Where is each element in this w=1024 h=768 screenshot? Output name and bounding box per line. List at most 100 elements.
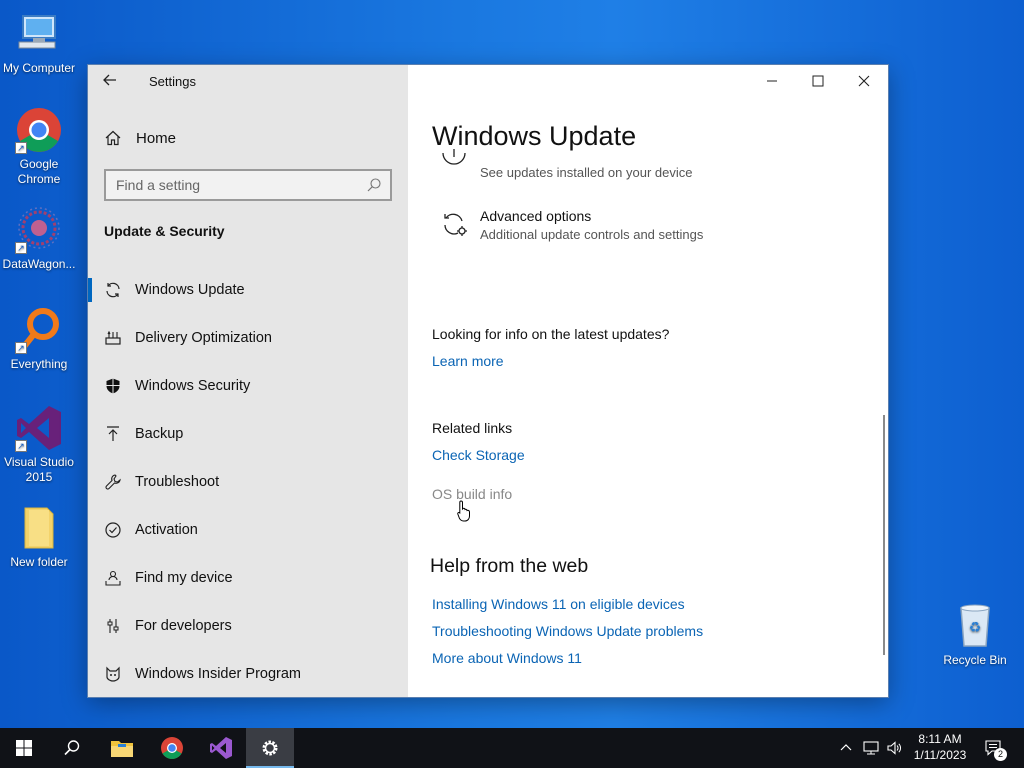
nav-item-activation[interactable]: Activation	[88, 506, 408, 554]
everything-search-icon: ↗	[15, 306, 63, 354]
nav-item-windows-insider-program[interactable]: Windows Insider Program	[88, 650, 408, 697]
shield-icon	[104, 377, 122, 395]
desktop-icon-everything[interactable]: ↗ Everything	[0, 306, 78, 372]
advanced-options-desc: Additional update controls and settings	[480, 227, 704, 242]
nav-item-find-my-device[interactable]: Find my device	[88, 554, 408, 602]
datawagon-icon: ↗	[15, 206, 63, 254]
section-heading: Update & Security	[104, 223, 225, 239]
desktop-icon-my-computer[interactable]: My Computer	[0, 10, 78, 76]
desktop-icon-label: Visual Studio 2015	[4, 455, 74, 484]
learn-more-link[interactable]: Learn more	[432, 353, 504, 369]
clock-time: 8:11 AM	[918, 732, 962, 746]
nav-item-label: Activation	[135, 522, 198, 538]
svg-text:♻: ♻	[969, 620, 982, 636]
taskbar-visual-studio[interactable]	[197, 728, 245, 768]
nav-item-windows-update[interactable]: Windows Update	[88, 266, 408, 314]
chrome-icon	[161, 737, 183, 759]
nav-item-windows-security[interactable]: Windows Security	[88, 362, 408, 410]
visual-studio-icon	[210, 737, 232, 759]
update-history-option[interactable]: See updates installed on your device	[440, 147, 840, 195]
chevron-up-icon	[840, 744, 852, 751]
back-button[interactable]	[102, 72, 122, 90]
backup-arrow-icon	[104, 425, 122, 443]
os-build-info-link[interactable]: OS build info	[432, 486, 512, 502]
advanced-options-title: Advanced options	[480, 208, 592, 224]
visual-studio-icon: ↗	[15, 404, 63, 452]
maximize-button[interactable]	[795, 65, 841, 97]
advanced-options[interactable]: Advanced options Additional update contr…	[440, 208, 840, 248]
back-arrow-icon	[103, 74, 116, 86]
help-link-install-windows-11[interactable]: Installing Windows 11 on eligible device…	[432, 596, 685, 612]
window-title: Settings	[149, 74, 196, 89]
taskbar-settings[interactable]	[246, 728, 294, 768]
clock[interactable]: 8:11 AM 1/11/2023	[905, 731, 975, 763]
nav-item-backup[interactable]: Backup	[88, 410, 408, 458]
desktop-icon-label: My Computer	[2, 61, 76, 75]
insider-cat-icon	[104, 665, 122, 683]
desktop-icon-visual-studio[interactable]: ↗ Visual Studio 2015	[0, 404, 78, 485]
taskbar-search-button[interactable]	[48, 728, 96, 768]
chrome-icon: ↗	[15, 106, 63, 154]
settings-content: Windows Update See updates installed on …	[408, 65, 888, 697]
nav-item-label: Windows Update	[135, 282, 245, 298]
close-icon	[858, 75, 870, 87]
latest-updates-text: Looking for info on the latest updates?	[432, 326, 670, 342]
search-input[interactable]	[106, 177, 366, 193]
home-link[interactable]: Home	[104, 127, 394, 149]
action-center-button[interactable]: 2	[980, 728, 1008, 768]
home-icon	[104, 129, 122, 147]
start-button[interactable]	[0, 728, 48, 768]
close-button[interactable]	[841, 65, 887, 97]
nav-item-for-developers[interactable]: For developers	[88, 602, 408, 650]
maximize-icon	[812, 75, 824, 87]
desktop-icon-label: Google Chrome	[17, 157, 61, 186]
volume-button[interactable]	[884, 728, 904, 768]
volume-icon	[887, 741, 901, 755]
taskbar-chrome[interactable]	[148, 728, 196, 768]
help-link-troubleshoot-update[interactable]: Troubleshooting Windows Update problems	[432, 623, 703, 639]
wrench-icon	[104, 473, 122, 491]
settings-sidebar: Settings Home Update & Security Windows …	[88, 65, 408, 697]
content-scrollbar[interactable]	[883, 415, 885, 655]
nav-item-label: For developers	[135, 618, 232, 634]
person-pin-icon	[104, 569, 122, 587]
network-button[interactable]	[860, 728, 882, 768]
home-label: Home	[136, 129, 177, 147]
desktop-icon-recycle-bin[interactable]: ♻ Recycle Bin	[936, 602, 1014, 668]
check-circle-icon	[104, 521, 122, 539]
desktop-icon-new-folder[interactable]: New folder	[0, 504, 78, 570]
history-clock-icon	[440, 147, 468, 177]
start-icon	[16, 740, 32, 756]
nav-item-delivery-optimization[interactable]: Delivery Optimization	[88, 314, 408, 362]
minimize-button[interactable]	[749, 65, 795, 97]
nav-item-label: Windows Insider Program	[135, 666, 301, 682]
page-title: Windows Update	[432, 121, 637, 151]
desktop-icon-label: New folder	[10, 555, 68, 569]
check-storage-link[interactable]: Check Storage	[432, 447, 525, 463]
nav-item-label: Troubleshoot	[135, 474, 220, 490]
notification-count-badge: 2	[994, 748, 1007, 761]
delivery-icon	[104, 329, 122, 347]
related-links-heading: Related links	[432, 420, 513, 436]
desktop-icon-datawagon[interactable]: ↗ DataWagon...	[0, 206, 78, 272]
desktop-icon-label: DataWagon...	[2, 257, 76, 271]
refresh-icon	[104, 281, 122, 299]
help-link-more-about-windows-11[interactable]: More about Windows 11	[432, 650, 582, 666]
nav-item-troubleshoot[interactable]: Troubleshoot	[88, 458, 408, 506]
taskbar-file-explorer[interactable]	[98, 728, 146, 768]
shortcut-arrow-icon: ↗	[15, 242, 27, 254]
search-icon	[366, 177, 382, 193]
nav-item-label: Delivery Optimization	[135, 330, 272, 346]
computer-icon	[15, 10, 63, 58]
desktop-icon-label: Everything	[10, 357, 68, 371]
nav-item-label: Find my device	[135, 570, 233, 586]
nav-item-label: Backup	[135, 426, 184, 442]
desktop-icon-google-chrome[interactable]: ↗ Google Chrome	[0, 106, 78, 187]
network-icon	[863, 741, 879, 755]
recycle-bin-icon: ♻	[951, 602, 999, 650]
search-box[interactable]	[104, 169, 392, 201]
help-from-web-heading: Help from the web	[430, 555, 589, 577]
hand-cursor-icon	[457, 500, 471, 522]
tray-overflow-button[interactable]	[836, 728, 856, 768]
nav-list: Windows Update Delivery Optimization Win…	[88, 266, 408, 697]
